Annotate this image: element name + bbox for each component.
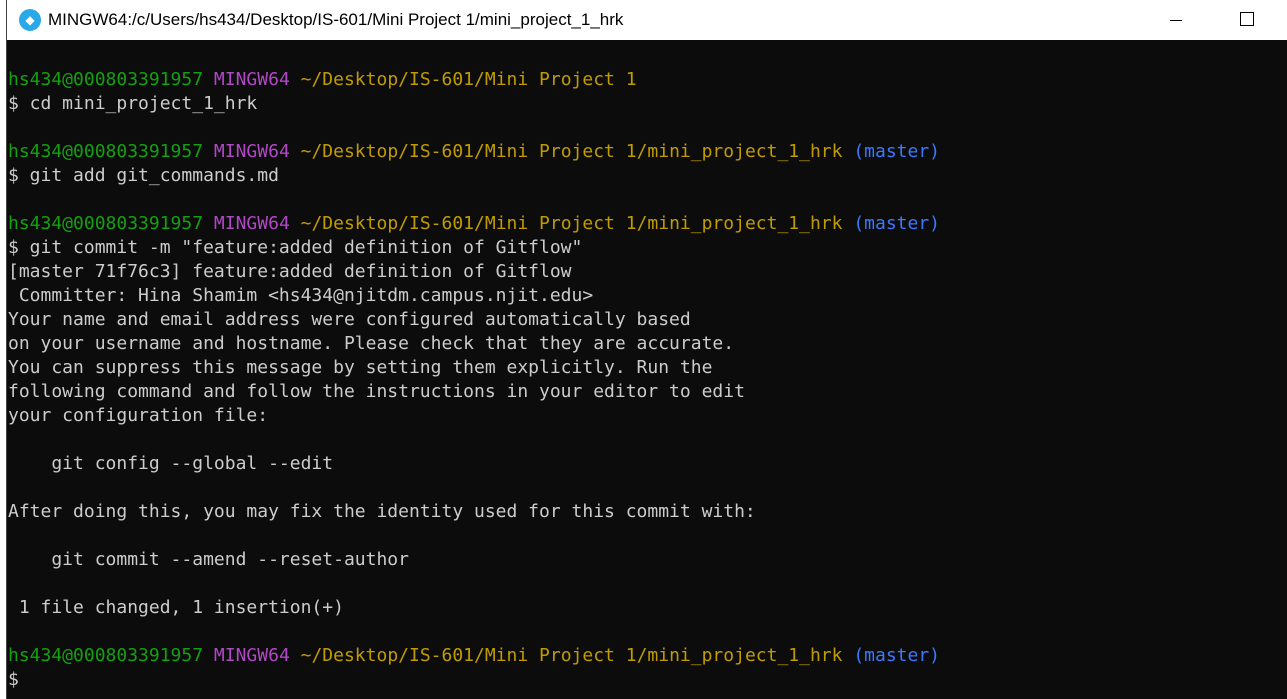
prompt-user: hs434@000803391957 [8, 69, 204, 90]
prompt-host: MINGW64 [213, 213, 290, 234]
output-line: After doing this, you may fix the identi… [8, 501, 756, 522]
output-line: $ git add git_commands.md [8, 165, 279, 186]
output-line: You can suppress this message by setting… [8, 357, 713, 378]
output-line: Your name and email address were configu… [8, 309, 691, 330]
prompt-line: hs434@000803391957 MINGW64 ~/Desktop/IS-… [8, 68, 1284, 92]
prompt-branch: (master) [853, 645, 941, 666]
prompt-host: MINGW64 [213, 645, 290, 666]
minimize-button[interactable] [1153, 5, 1199, 33]
prompt-line: hs434@000803391957 MINGW64 ~/Desktop/IS-… [8, 140, 1284, 164]
terminal-window: ◆ MINGW64:/c/Users/hs434/Desktop/IS-601/… [6, 0, 1287, 699]
output-line: $ git commit -m "feature:added definitio… [8, 237, 583, 258]
prompt-branch: (master) [853, 213, 941, 234]
maximize-icon [1240, 12, 1254, 26]
prompt-path: ~/Desktop/IS-601/Mini Project 1 [300, 69, 637, 90]
output-line: Committer: Hina Shamim <hs434@njitdm.cam… [8, 285, 594, 306]
output-line: your configuration file: [8, 405, 269, 426]
prompt-user: hs434@000803391957 [8, 213, 204, 234]
output-line: on your username and hostname. Please ch… [8, 333, 735, 354]
maximize-button[interactable] [1224, 5, 1270, 33]
output-line: 1 file changed, 1 insertion(+) [8, 597, 344, 618]
window-title: MINGW64:/c/Users/hs434/Desktop/IS-601/Mi… [48, 10, 624, 29]
prompt-path: ~/Desktop/IS-601/Mini Project 1/mini_pro… [300, 645, 843, 666]
prompt-user: hs434@000803391957 [8, 141, 204, 162]
prompt-line: hs434@000803391957 MINGW64 ~/Desktop/IS-… [8, 644, 1284, 668]
output-line: [master 71f76c3] feature:added definitio… [8, 261, 572, 282]
prompt-branch: (master) [853, 141, 941, 162]
output-line: following command and follow the instruc… [8, 381, 745, 402]
prompt-path: ~/Desktop/IS-601/Mini Project 1/mini_pro… [300, 213, 843, 234]
git-bash-icon: ◆ [19, 9, 41, 31]
prompt-host: MINGW64 [213, 141, 290, 162]
minimize-icon [1170, 19, 1182, 21]
terminal-output[interactable]: hs434@000803391957 MINGW64 ~/Desktop/IS-… [8, 44, 1284, 694]
prompt-line: hs434@000803391957 MINGW64 ~/Desktop/IS-… [8, 212, 1284, 236]
title-bar: ◆ MINGW64:/c/Users/hs434/Desktop/IS-601/… [7, 0, 1287, 40]
prompt-path: ~/Desktop/IS-601/Mini Project 1/mini_pro… [300, 141, 843, 162]
output-line: git config --global --edit [8, 453, 334, 474]
output-line: $ cd mini_project_1_hrk [8, 93, 258, 114]
prompt-host: MINGW64 [213, 69, 290, 90]
output-line: git commit --amend --reset-author [8, 549, 409, 570]
output-line: $ [8, 669, 19, 690]
prompt-user: hs434@000803391957 [8, 645, 204, 666]
